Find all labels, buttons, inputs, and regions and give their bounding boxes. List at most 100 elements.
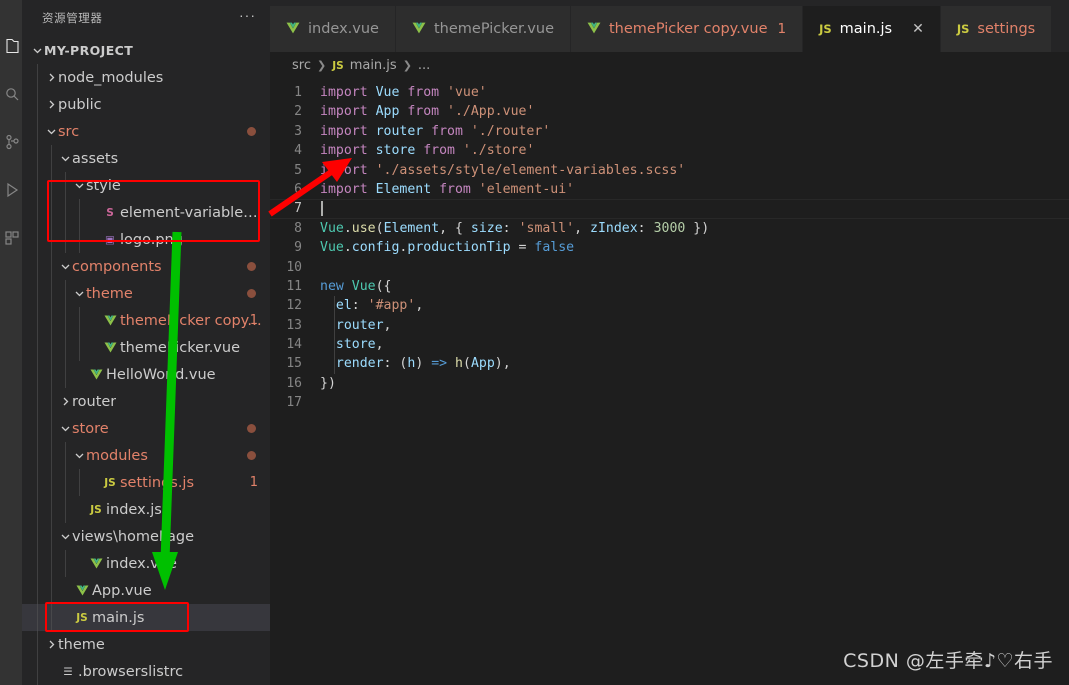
indent-guide <box>79 469 80 496</box>
code-token: './App.vue' <box>447 104 535 120</box>
tree-item-style[interactable]: style <box>22 172 270 199</box>
code-token: , { <box>439 220 471 236</box>
tree-item-label: settings.js <box>120 474 195 491</box>
code-token: ( <box>375 220 384 236</box>
chevron-down-icon[interactable] <box>58 423 72 434</box>
code-token: Element <box>383 220 440 236</box>
chevron-down-icon[interactable] <box>58 153 72 164</box>
indent-guide <box>51 496 52 523</box>
tree-item-components[interactable]: components <box>22 253 270 280</box>
chevron-right-icon[interactable] <box>44 72 58 83</box>
code-token: import <box>320 181 376 197</box>
chevron-down-icon[interactable] <box>44 126 58 137</box>
tree-item-label: .browserslistrc <box>78 663 184 680</box>
tab-label: themePicker copy.vue <box>609 21 768 37</box>
tree-item-theme[interactable]: theme <box>22 631 270 658</box>
tree-item-index-vue[interactable]: index.vue <box>22 550 270 577</box>
tree-item-modules[interactable]: modules <box>22 442 270 469</box>
tree-item-helloworld-vue[interactable]: HelloWorld.vue <box>22 361 270 388</box>
tree-item-settings-js[interactable]: JS settings.js 1 <box>22 469 270 496</box>
tree-item-label: router <box>72 393 117 410</box>
indent-guide <box>37 145 38 172</box>
search-icon[interactable] <box>0 70 22 118</box>
indent-guide <box>37 226 38 253</box>
tree-item-app-vue[interactable]: App.vue <box>22 577 270 604</box>
indent-guide <box>37 496 38 523</box>
tree-item-browserslistrc[interactable]: ☰ .browserslistrc <box>22 658 270 685</box>
code-token: h <box>455 356 463 372</box>
tree-item-views-homepage[interactable]: views\homePage <box>22 523 270 550</box>
chevron-down-icon[interactable] <box>58 261 72 272</box>
tree-item-label: index.vue <box>106 555 177 572</box>
tree-item-themepicker-vue[interactable]: themePicker.vue <box>22 334 270 361</box>
breadcrumb-folder[interactable]: src <box>292 58 311 73</box>
indent-guide <box>65 172 66 199</box>
tree-item-my-project[interactable]: MY-PROJECT <box>22 37 270 64</box>
code-line-13: 13 router, <box>270 316 1069 335</box>
indent-guide <box>51 442 52 469</box>
tree-item-store[interactable]: store <box>22 415 270 442</box>
breadcrumb-file[interactable]: main.js <box>350 58 397 73</box>
tree-item-theme[interactable]: theme <box>22 280 270 307</box>
tree-item-logo-png[interactable]: ▣ logo.png <box>22 226 270 253</box>
indent-guide <box>51 307 52 334</box>
code-token: el <box>335 298 352 314</box>
tree-item-src[interactable]: src <box>22 118 270 145</box>
run-and-debug-icon[interactable] <box>0 166 22 214</box>
chevron-down-icon[interactable] <box>72 288 86 299</box>
code-line-text: router, <box>318 316 1069 335</box>
tree-item-label: element-variables.scss <box>120 204 262 221</box>
tree-item-assets[interactable]: assets <box>22 145 270 172</box>
line-number: 14 <box>286 337 302 353</box>
close-icon[interactable]: ✕ <box>912 22 924 36</box>
more-actions-icon[interactable]: ··· <box>239 8 256 25</box>
extensions-icon[interactable] <box>0 214 22 262</box>
indent-guide <box>37 658 38 685</box>
tab-main-js[interactable]: JS main.js ✕ <box>803 6 941 52</box>
code-token: Vue <box>375 85 400 100</box>
line-number: 12 <box>286 298 302 314</box>
modified-count-badge: 1 <box>249 313 258 328</box>
chevron-down-icon[interactable] <box>58 531 72 542</box>
explorer-icon[interactable] <box>0 22 22 70</box>
breadcrumb-symbols[interactable]: ... <box>418 58 430 73</box>
code-line-8: 8 Vue.use(Element, { size: 'small', zInde… <box>270 219 1069 238</box>
code-token: App <box>470 356 495 372</box>
tree-item-router[interactable]: router <box>22 388 270 415</box>
code-token: from <box>415 143 463 159</box>
tab-themepicker-copy-vue[interactable]: themePicker copy.vue 1 <box>571 6 804 52</box>
line-number: 17 <box>286 395 302 411</box>
indent-guide <box>51 550 52 577</box>
indent-guide <box>51 577 52 604</box>
tree-item-public[interactable]: public <box>22 91 270 118</box>
tree-item-label: index.js <box>106 501 162 518</box>
tab-index-vue[interactable]: index.vue <box>270 6 396 52</box>
tab-themepicker-vue[interactable]: themePicker.vue <box>395 6 571 52</box>
line-number: 5 <box>294 162 302 178</box>
tab-settings[interactable]: JS settings <box>940 6 1053 52</box>
indent-guide <box>37 64 38 91</box>
chevron-down-icon[interactable] <box>72 180 86 191</box>
tree-item-main-js[interactable]: JS main.js <box>22 604 270 631</box>
code-line-text: el: '#app', <box>318 296 1069 315</box>
chevron-right-icon[interactable] <box>58 396 72 407</box>
code-line-text: Vue.use(Element, { size: 'small', zIndex… <box>318 219 1069 238</box>
tree-item-index-js[interactable]: JS index.js <box>22 496 270 523</box>
code-editor[interactable]: 1 import Vue from 'vue' 2 import App from '… <box>270 79 1069 685</box>
tree-item-themepicker-copy-vue[interactable]: themePicker copy.vue1 <box>22 307 270 334</box>
line-number: 8 <box>294 220 302 236</box>
scss-file-icon: S <box>106 206 114 219</box>
chevron-down-icon[interactable] <box>30 45 44 56</box>
indent-guide <box>37 334 38 361</box>
code-line-17: 17 <box>270 393 1069 412</box>
chevron-down-icon[interactable] <box>72 450 86 461</box>
source-control-icon[interactable] <box>0 118 22 166</box>
chevron-right-icon[interactable] <box>44 99 58 110</box>
line-number: 11 <box>286 278 302 294</box>
chevron-right-icon[interactable] <box>44 639 58 650</box>
line-number: 10 <box>286 259 302 275</box>
tree-item-label: themePicker.vue <box>120 339 241 356</box>
tree-item-node-modules[interactable]: node_modules <box>22 64 270 91</box>
tree-item-element-variables-scss[interactable]: Selement-variables.scss <box>22 199 270 226</box>
tree-item-label: views\homePage <box>72 528 195 545</box>
